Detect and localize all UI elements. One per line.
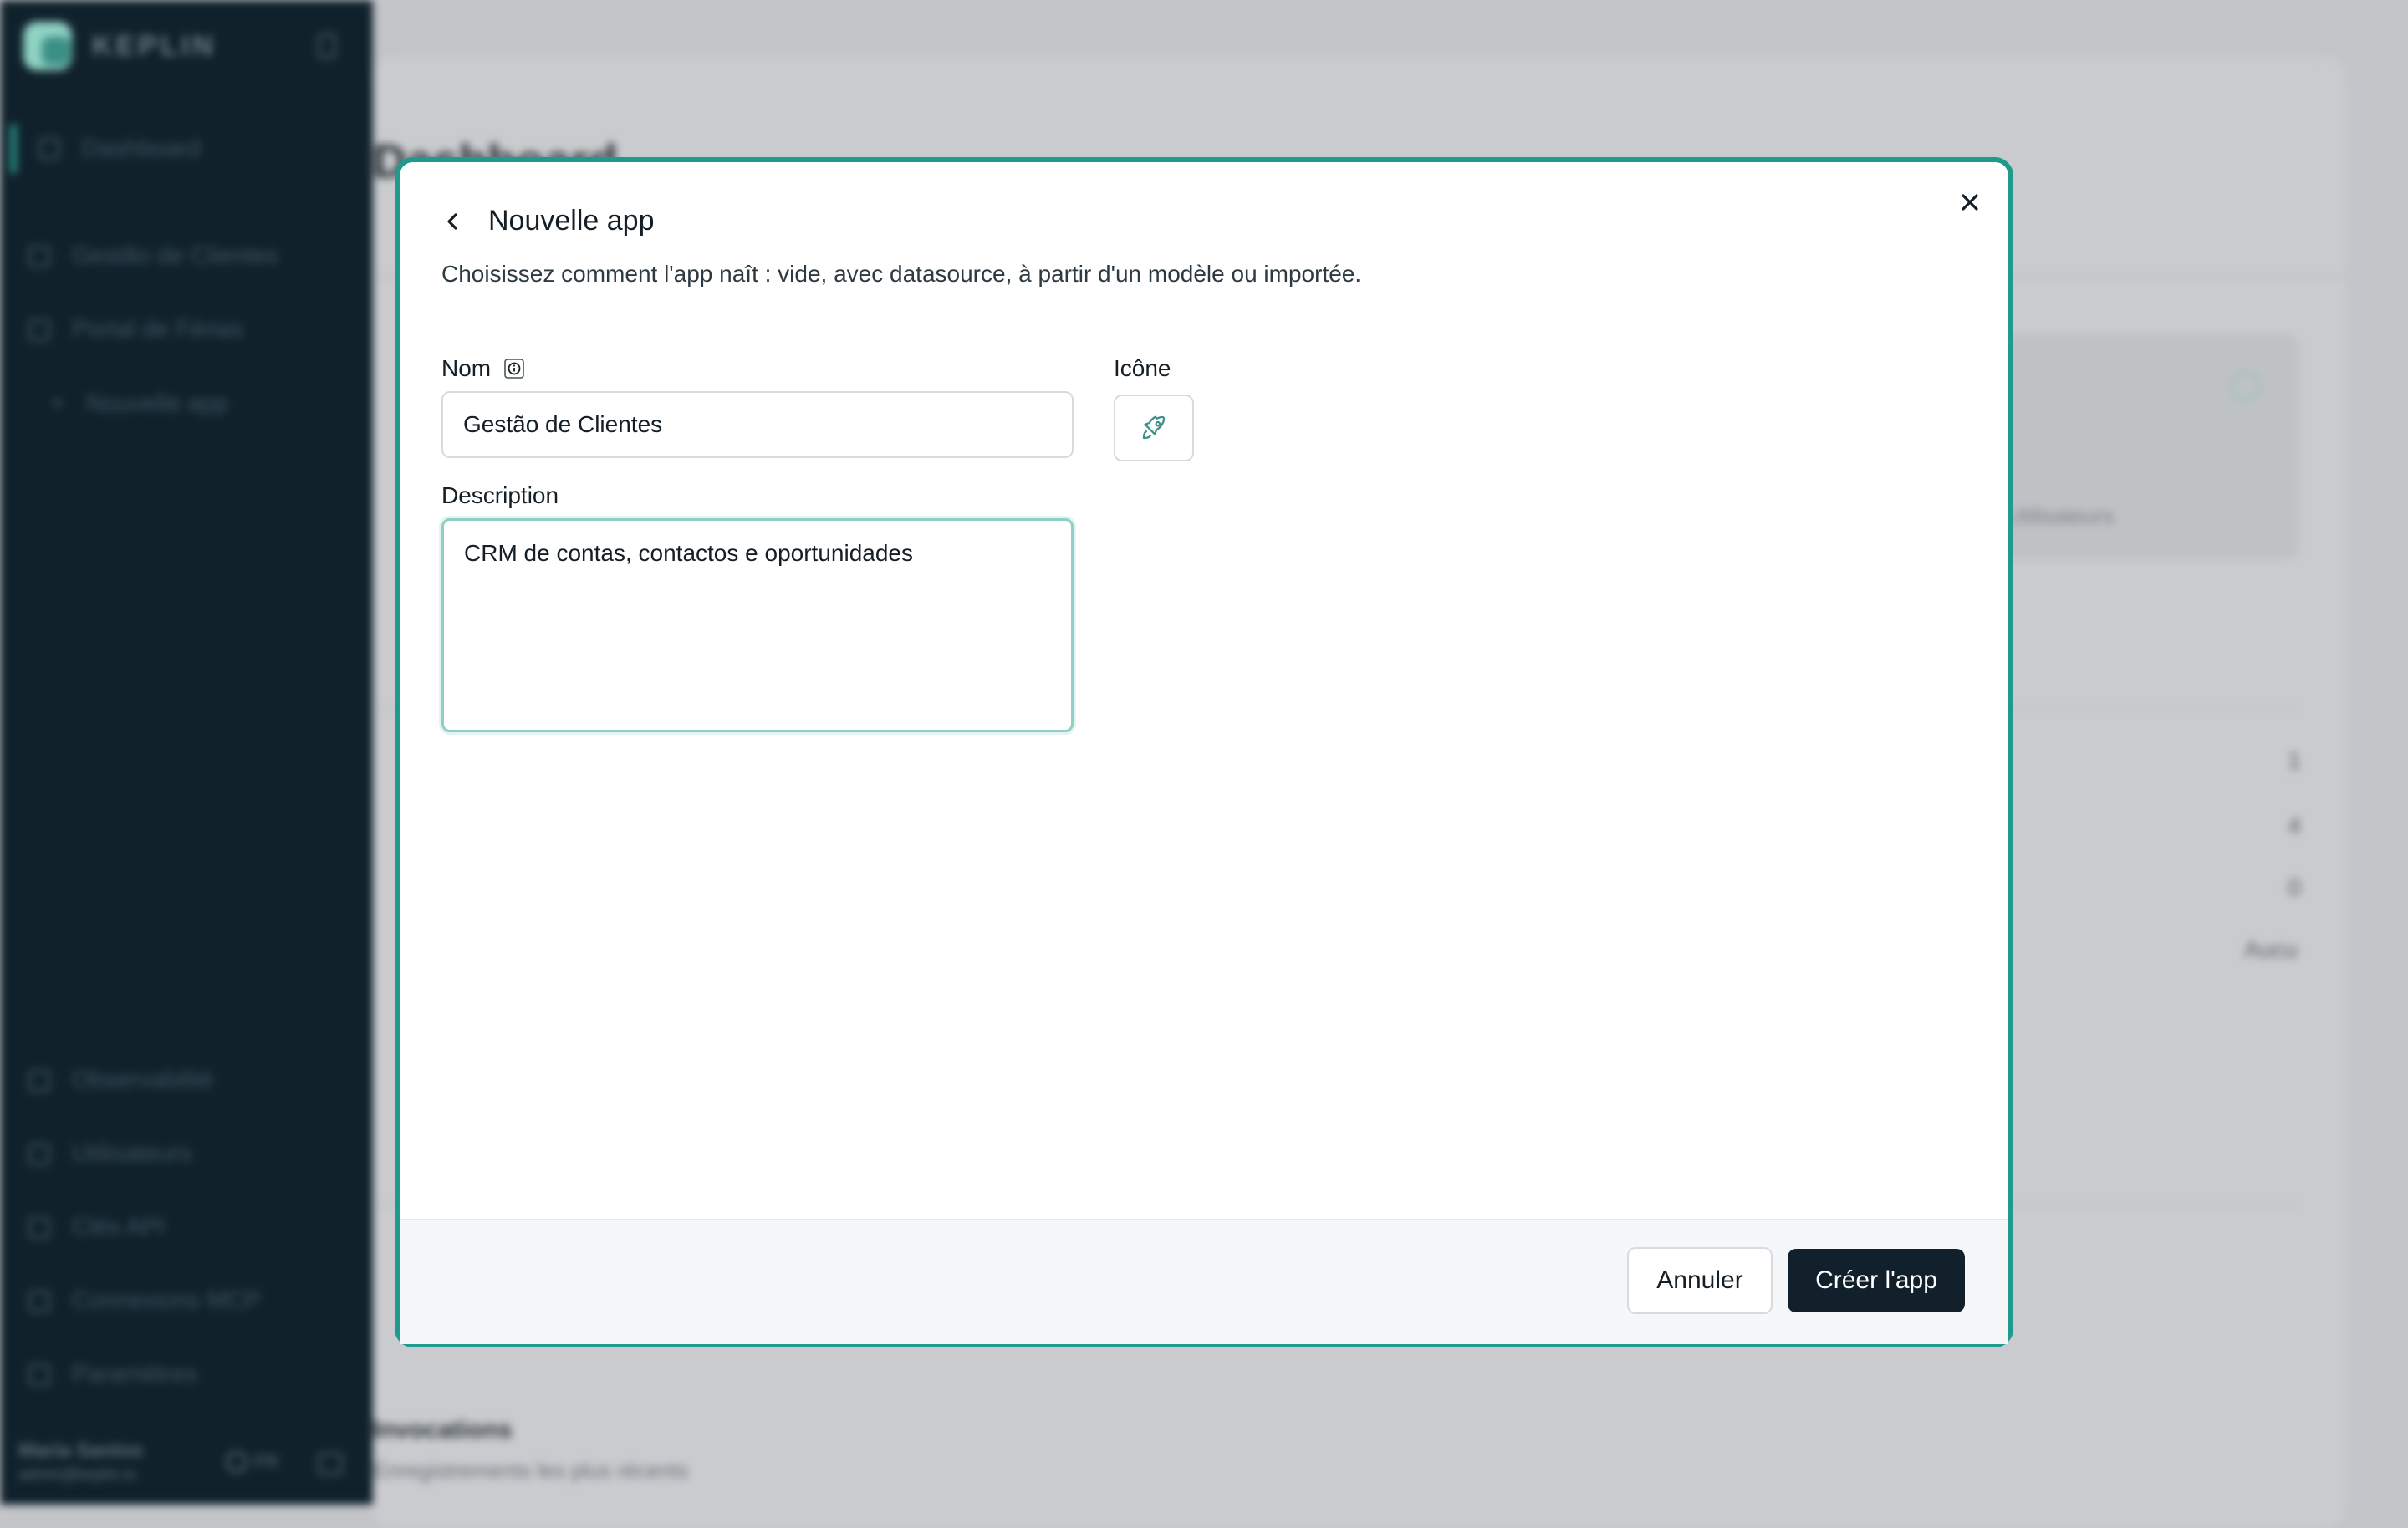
new-app-dialog bbox=[395, 157, 2013, 1347]
name-input[interactable] bbox=[441, 391, 1074, 458]
row-value: 4 bbox=[2288, 812, 2301, 838]
sidebar-item-label: Paramètres bbox=[72, 1361, 197, 1388]
dialog-title: Nouvelle app bbox=[488, 205, 655, 237]
sidebar-item-label: Utilisateurs bbox=[72, 1140, 192, 1167]
app-icon bbox=[28, 245, 50, 267]
sidebar-item-label: Dashboard bbox=[82, 135, 201, 162]
sidebar-item-mcp[interactable]: Connexions MCP bbox=[28, 1287, 261, 1315]
sidebar-item-label: Clés API bbox=[72, 1214, 166, 1240]
sidebar-item-observability[interactable]: Observabilité bbox=[28, 1067, 213, 1094]
sidebar-item-new-app[interactable]: + Nouvelle app bbox=[50, 390, 228, 418]
user-profile[interactable]: Maria Santos admin@keplin.io bbox=[18, 1439, 143, 1485]
user-email: admin@keplin.io bbox=[18, 1466, 136, 1484]
row-value: Aucu bbox=[2244, 936, 2298, 962]
chart-icon bbox=[28, 1069, 50, 1092]
sidebar: KEPLIN Dashboard Gestão de Clientes Port… bbox=[0, 0, 373, 1505]
dialog-description: Choisissez comment l'app naît : vide, av… bbox=[441, 261, 1362, 287]
sidebar-item-app[interactable]: Portal de Férias bbox=[28, 316, 243, 344]
sidebar-item-dashboard[interactable]: Dashboard bbox=[10, 124, 201, 174]
language-label: FR bbox=[254, 1451, 279, 1472]
logo-icon bbox=[23, 22, 72, 70]
sidebar-item-api-keys[interactable]: Clés API bbox=[28, 1214, 165, 1241]
recent-title: Invocations bbox=[373, 1416, 513, 1444]
icon-picker-button[interactable] bbox=[1114, 395, 1194, 461]
sidebar-item-app[interactable]: Gestão de Clientes bbox=[28, 242, 278, 270]
gear-icon bbox=[28, 1363, 50, 1386]
brand-name: KEPLIN bbox=[92, 29, 217, 62]
recent-subtitle: Enregistrements les plus récents bbox=[373, 1458, 689, 1483]
sidebar-collapse-icon[interactable] bbox=[318, 33, 336, 59]
create-app-button[interactable]: Créer l'app bbox=[1788, 1249, 1965, 1312]
globe-icon bbox=[226, 1451, 247, 1473]
icon-label: Icône bbox=[1114, 355, 1171, 381]
plug-icon bbox=[28, 1290, 50, 1312]
sidebar-item-users[interactable]: Utilisateurs bbox=[28, 1140, 191, 1168]
stat-icon bbox=[2231, 371, 2261, 401]
close-icon[interactable] bbox=[1955, 187, 1985, 217]
sidebar-item-label: Gestão de Clientes bbox=[72, 242, 278, 269]
cancel-button[interactable]: Annuler bbox=[1627, 1247, 1773, 1314]
logout-icon[interactable] bbox=[318, 1453, 343, 1475]
sidebar-item-label: Observabilité bbox=[72, 1067, 214, 1093]
rocket-icon bbox=[1142, 415, 1166, 440]
sidebar-item-label: Portal de Férias bbox=[72, 316, 243, 343]
sidebar-item-label: Connexions MCP bbox=[72, 1287, 261, 1314]
back-chevron-icon[interactable] bbox=[440, 206, 465, 237]
sidebar-item-label: Nouvelle app bbox=[86, 390, 228, 417]
users-icon bbox=[28, 1143, 50, 1165]
active-indicator bbox=[10, 124, 17, 174]
stat-label: Utilisateurs bbox=[2007, 503, 2115, 528]
name-label: Nom bbox=[441, 355, 492, 381]
brand-logo[interactable]: KEPLIN bbox=[23, 22, 217, 70]
dashboard-icon bbox=[38, 138, 60, 160]
rocket-icon bbox=[28, 318, 50, 341]
row-value: 1 bbox=[2288, 747, 2301, 773]
language-switcher[interactable]: FR bbox=[226, 1451, 278, 1473]
plus-icon: + bbox=[50, 390, 65, 417]
info-icon[interactable] bbox=[503, 358, 525, 379]
sidebar-item-settings[interactable]: Paramètres bbox=[28, 1361, 197, 1388]
description-label: Description bbox=[441, 482, 559, 508]
description-textarea[interactable]: CRM de contas, contactos e oportunidades bbox=[441, 518, 1074, 732]
row-value: 0 bbox=[2288, 874, 2301, 900]
key-icon bbox=[28, 1216, 50, 1239]
user-name: Maria Santos bbox=[18, 1439, 144, 1462]
